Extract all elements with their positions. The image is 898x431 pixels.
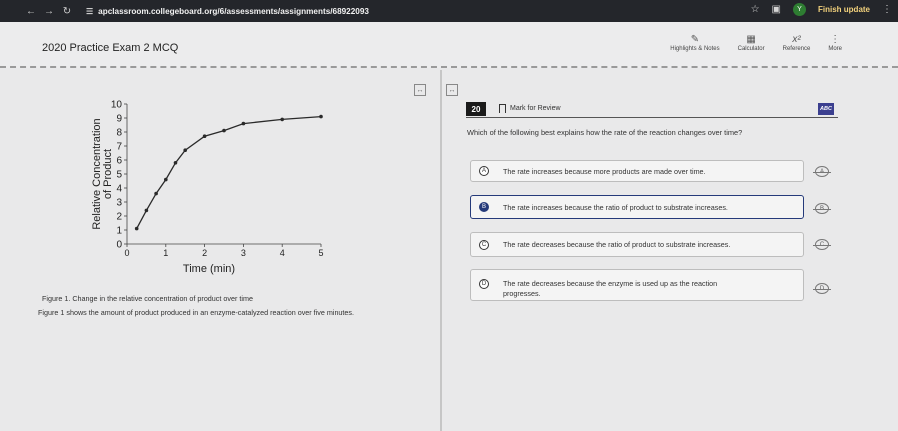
browser-toolbar: ← → ↻ ☰ apclassroom.collegeboard.org/6/a…	[0, 0, 898, 22]
data-point	[144, 208, 149, 213]
answer-option-d[interactable]: D The rate decreases because the enzyme …	[470, 269, 804, 301]
data-point	[202, 134, 207, 138]
x-tick-label: 3	[241, 248, 246, 258]
eliminate-a-icon[interactable]: A	[813, 166, 831, 177]
expand-left-icon[interactable]: ↔	[414, 84, 426, 96]
extensions-icon[interactable]: ▣	[772, 4, 781, 15]
y-tick-label: 5	[116, 170, 122, 181]
mark-for-review-button[interactable]: Mark for Review	[499, 104, 561, 113]
reference-icon: x²	[792, 34, 801, 45]
eliminate-b-icon[interactable]: B	[813, 203, 831, 214]
option-letter: D	[479, 279, 489, 289]
answer-option-b[interactable]: B The rate increases because the ratio o…	[470, 195, 804, 219]
option-text: The rate increases because the ratio of …	[503, 202, 728, 212]
exam-header: 2020 Practice Exam 2 MCQ ✎ Highlights & …	[0, 22, 898, 68]
option-letter: C	[479, 239, 489, 250]
reference-button[interactable]: x² Reference	[783, 34, 811, 52]
highlight-icon: ✎	[690, 34, 700, 45]
address-bar[interactable]: ☰ apclassroom.collegeboard.org/6/assessm…	[86, 3, 369, 19]
option-text: The rate decreases because the enzyme is…	[503, 279, 718, 298]
exam-title: 2020 Practice Exam 2 MCQ	[42, 42, 179, 54]
y-tick-label: 9	[116, 114, 122, 125]
eliminate-d-icon[interactable]: D	[813, 283, 831, 294]
option-text: The rate decreases because the ratio of …	[503, 240, 731, 249]
x-tick-label: 1	[163, 248, 168, 258]
y-tick-label: 8	[116, 128, 122, 139]
x-tick-label: 0	[124, 248, 129, 258]
expand-right-icon[interactable]: ↔	[446, 84, 458, 96]
figure-description: Figure 1 shows the amount of product pro…	[38, 308, 355, 317]
site-info-icon[interactable]: ☰	[86, 7, 93, 16]
question-text: Which of the following best explains how…	[467, 128, 743, 137]
profile-avatar[interactable]: Y	[793, 3, 806, 16]
more-icon: ⋮	[830, 34, 841, 45]
data-point	[319, 114, 323, 119]
question-number: 20	[466, 102, 486, 116]
data-point	[241, 121, 246, 126]
bookmark-star-icon[interactable]: ☆	[751, 4, 760, 15]
data-point	[164, 177, 168, 182]
y-tick-label: 7	[116, 142, 122, 153]
x-tick-label: 4	[280, 248, 285, 258]
data-point	[154, 191, 158, 196]
y-tick-label: 10	[111, 100, 123, 111]
y-tick-label: 0	[116, 240, 122, 251]
more-button[interactable]: ⋮ More	[828, 34, 842, 52]
eliminate-c-icon[interactable]: C	[813, 239, 831, 250]
figure-1-chart: 0 1 2 3 4 5012345678910Time (min)Relative Con…	[91, 100, 324, 276]
finish-update-button[interactable]: Finish update	[818, 5, 870, 14]
x-axis-label: Time (min)	[183, 263, 235, 275]
option-letter: B	[479, 202, 489, 212]
figure-caption: Figure 1. Change in the relative concent…	[42, 294, 253, 303]
calculator-button[interactable]: ▦ Calculator	[738, 34, 765, 52]
highlights-notes-button[interactable]: ✎ Highlights & Notes	[670, 34, 719, 52]
y-tick-label: 4	[116, 184, 122, 195]
forward-icon[interactable]: →	[40, 6, 58, 17]
y-tick-label: 6	[116, 156, 122, 167]
answer-option-c[interactable]: C The rate decreases because the ratio o…	[470, 232, 804, 257]
data-line	[136, 115, 322, 229]
option-letter: A	[479, 166, 489, 176]
question-header: 20 Mark for Review ABC	[466, 101, 838, 118]
back-icon[interactable]: ←	[22, 6, 40, 17]
data-point	[280, 117, 284, 122]
url-text: apclassroom.collegeboard.org/6/assessmen…	[98, 6, 369, 16]
data-point	[173, 161, 178, 165]
browser-menu-icon[interactable]: ⋮	[882, 4, 892, 15]
data-point	[183, 148, 187, 152]
option-text: The rate increases because more products…	[503, 166, 706, 176]
pane-layout-tools: ↔ ↔	[414, 84, 458, 96]
bookmark-icon	[499, 104, 506, 113]
reload-icon[interactable]: ↻	[58, 6, 76, 17]
y-axis-label: of Product	[102, 149, 114, 199]
exam-tools: ✎ Highlights & Notes ▦ Calculator x² Ref…	[670, 34, 842, 52]
y-tick-label: 2	[116, 212, 122, 223]
x-tick-label: 5	[318, 248, 323, 258]
y-tick-label: 3	[116, 198, 122, 209]
answer-eliminator-toggle[interactable]: ABC	[818, 103, 834, 115]
calculator-icon: ▦	[746, 34, 756, 45]
data-point	[222, 128, 226, 133]
x-tick-label: 2	[202, 248, 207, 258]
data-point	[134, 226, 139, 231]
y-tick-label: 1	[116, 226, 122, 237]
answer-option-a[interactable]: A The rate increases because more produc…	[470, 160, 804, 182]
